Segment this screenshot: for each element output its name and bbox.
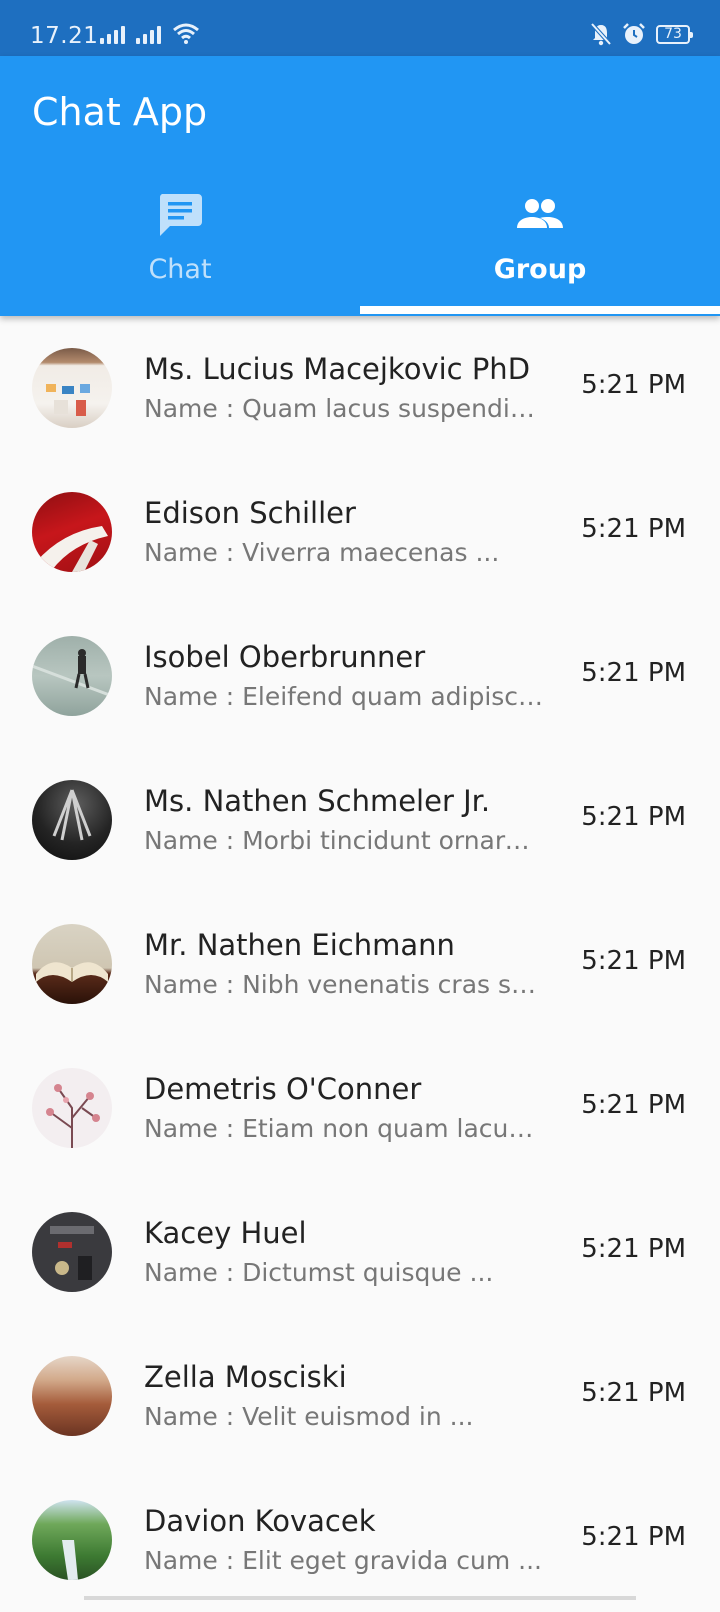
list-item[interactable]: Edison Schiller Name : Viverra maecenas … (0, 460, 720, 604)
message-preview: Name : Morbi tincidunt ornare ... (144, 826, 544, 855)
contact-name: Kacey Huel (144, 1216, 307, 1250)
tab-chat[interactable]: Chat (0, 186, 360, 314)
contact-name: Ms. Lucius Macejkovic PhD (144, 352, 531, 386)
message-time: 5:21 PM (581, 658, 686, 688)
avatar (32, 924, 112, 1004)
avatar (32, 348, 112, 428)
list-item[interactable]: Demetris O'Conner Name : Etiam non quam … (0, 1036, 720, 1180)
group-icon (517, 199, 563, 228)
mute-bell-icon (590, 22, 612, 46)
avatar (32, 492, 112, 572)
list-item[interactable]: Mr. Nathen Eichmann Name : Nibh venenati… (0, 892, 720, 1036)
avatar (32, 636, 112, 716)
contact-name: Mr. Nathen Eichmann (144, 928, 455, 962)
message-preview: Name : Elit eget gravida cum ... (144, 1546, 542, 1575)
contact-name: Davion Kovacek (144, 1504, 376, 1538)
list-item[interactable]: Ms. Nathen Schmeler Jr. Name : Morbi tin… (0, 748, 720, 892)
message-preview: Name : Velit euismod in ... (144, 1402, 474, 1431)
bottom-scroll-indicator (84, 1596, 636, 1600)
list-item[interactable]: Ms. Lucius Macejkovic PhD Name : Quam la… (0, 316, 720, 460)
message-preview: Name : Nibh venenatis cras sed felis (144, 970, 544, 999)
message-preview: Name : Quam lacus suspendisse faucibus (144, 394, 544, 423)
contact-name: Edison Schiller (144, 496, 356, 530)
list-item[interactable]: Isobel Oberbrunner Name : Eleifend quam … (0, 604, 720, 748)
contact-name: Ms. Nathen Schmeler Jr. (144, 784, 491, 818)
tab-label: Group (493, 254, 587, 285)
message-preview: Name : Etiam non quam lacus ... (144, 1114, 544, 1143)
message-time: 5:21 PM (581, 802, 686, 832)
avatar (32, 1500, 112, 1580)
message-preview: Name : Viverra maecenas ... (144, 538, 500, 567)
message-time: 5:21 PM (581, 370, 686, 400)
contact-name: Demetris O'Conner (144, 1072, 422, 1106)
signal-icon (136, 24, 161, 44)
contact-name: Isobel Oberbrunner (144, 640, 426, 674)
conversation-list: Ms. Lucius Macejkovic PhD Name : Quam la… (0, 316, 720, 1612)
status-time: 17.21 (30, 23, 99, 49)
wifi-icon (173, 23, 199, 44)
list-item[interactable]: Kacey Huel Name : Dictumst quisque ... 5… (0, 1180, 720, 1324)
list-item[interactable]: Davion Kovacek Name : Elit eget gravida … (0, 1468, 720, 1612)
chat-icon (159, 194, 202, 236)
message-time: 5:21 PM (581, 514, 686, 544)
message-preview: Name : Eleifend quam adipiscing vitae (144, 682, 544, 711)
list-item[interactable]: Zella Mosciski Name : Velit euismod in .… (0, 1324, 720, 1468)
message-time: 5:21 PM (581, 1234, 686, 1264)
page-title: Chat App (32, 90, 208, 134)
avatar (32, 1356, 112, 1436)
message-time: 5:21 PM (581, 946, 686, 976)
status-right: 73 (590, 22, 693, 46)
avatar (32, 780, 112, 860)
tab-indicator (360, 306, 720, 314)
avatar (32, 1212, 112, 1292)
avatar (32, 1068, 112, 1148)
status-bar: 17.21 73 (0, 0, 720, 56)
message-preview: Name : Dictumst quisque ... (144, 1258, 494, 1287)
message-time: 5:21 PM (581, 1378, 686, 1408)
battery-icon: 73 (656, 24, 693, 44)
message-time: 5:21 PM (581, 1522, 686, 1552)
tab-group[interactable]: Group (360, 186, 720, 314)
contact-name: Zella Mosciski (144, 1360, 347, 1394)
tab-label: Chat (148, 254, 212, 285)
signal-icon (100, 24, 125, 44)
app-bar: Chat App Chat Group (0, 56, 720, 316)
alarm-icon (623, 23, 645, 44)
message-time: 5:21 PM (581, 1090, 686, 1120)
